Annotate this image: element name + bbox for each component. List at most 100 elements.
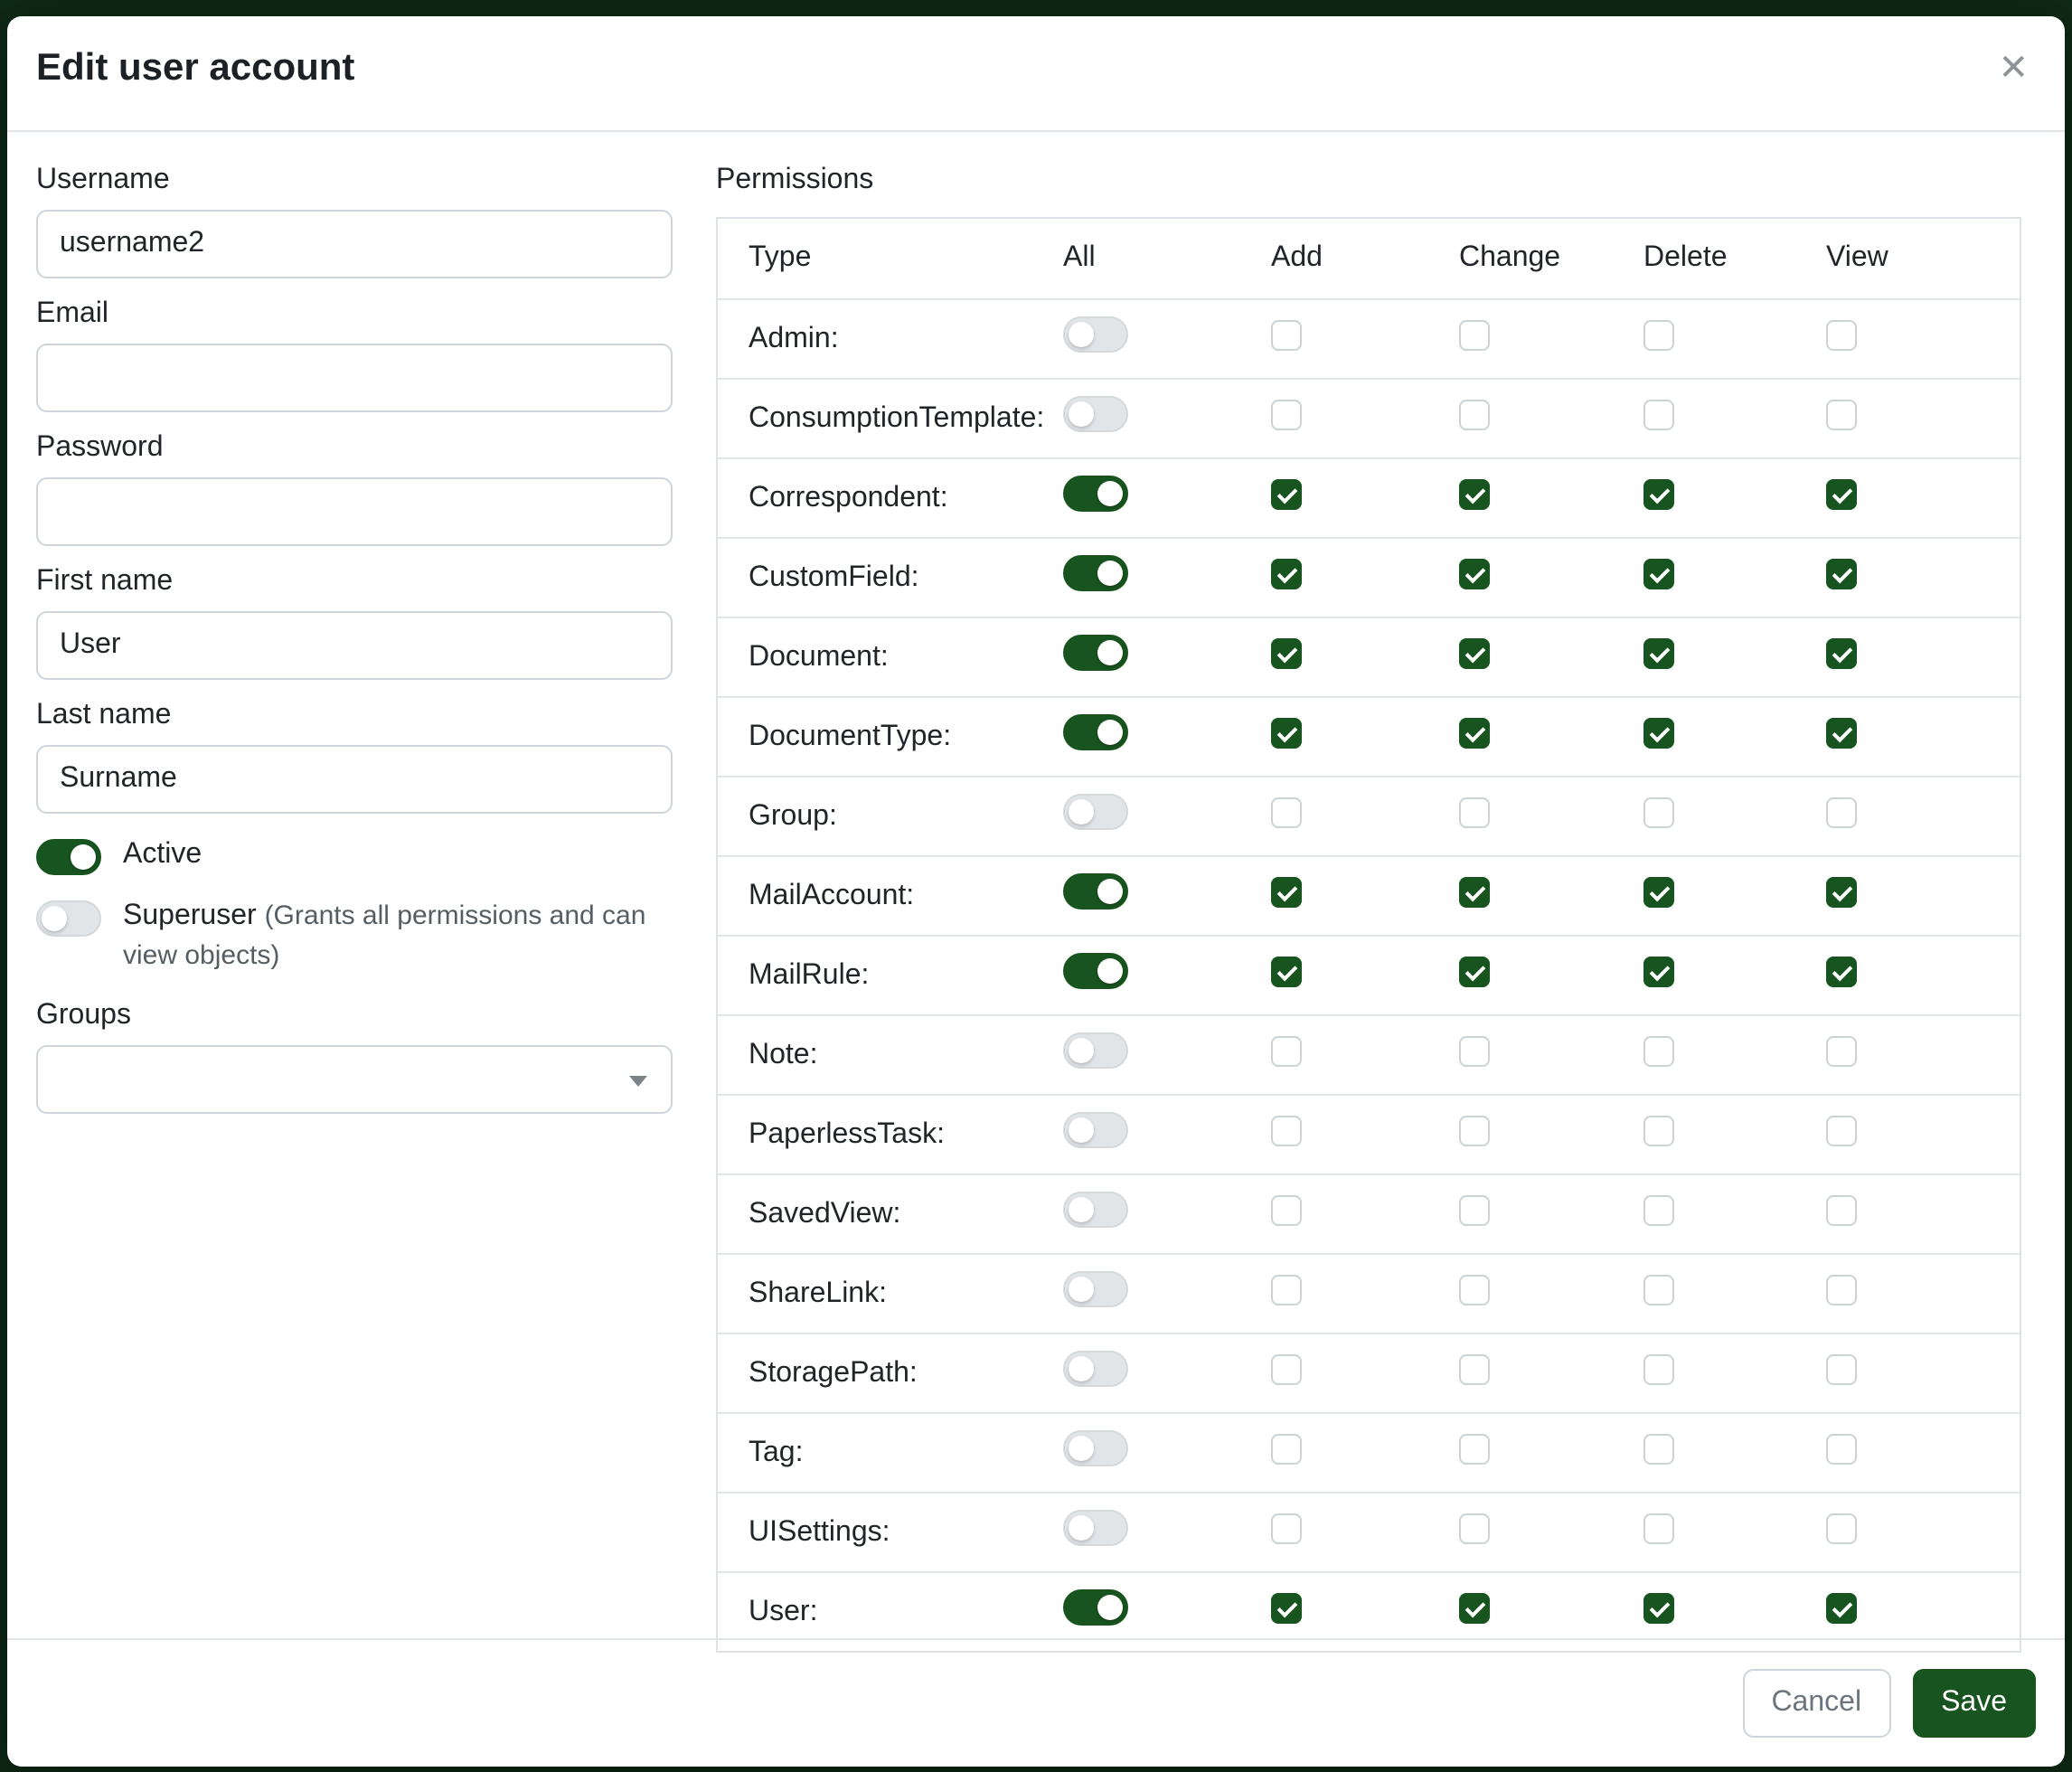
permission-add-checkbox[interactable]	[1271, 637, 1302, 668]
save-button[interactable]: Save	[1912, 1669, 2036, 1738]
permission-change-checkbox[interactable]	[1459, 1194, 1490, 1225]
permission-all-toggle[interactable]	[1063, 714, 1128, 750]
superuser-toggle[interactable]	[36, 900, 101, 937]
permission-add-checkbox[interactable]	[1271, 796, 1302, 827]
permission-add-checkbox[interactable]	[1271, 558, 1302, 589]
permission-all-toggle[interactable]	[1063, 1430, 1128, 1466]
permission-view-checkbox[interactable]	[1826, 717, 1857, 748]
permission-all-toggle[interactable]	[1063, 555, 1128, 591]
permission-add-checkbox[interactable]	[1271, 956, 1302, 986]
permission-all-toggle[interactable]	[1063, 794, 1128, 830]
permission-delete-checkbox[interactable]	[1643, 558, 1674, 589]
permission-view-checkbox[interactable]	[1826, 558, 1857, 589]
permission-view-checkbox[interactable]	[1826, 1433, 1857, 1464]
permission-all-toggle[interactable]	[1063, 1192, 1128, 1228]
permission-view-checkbox[interactable]	[1826, 319, 1857, 350]
permission-delete-checkbox[interactable]	[1643, 1433, 1674, 1464]
permission-view-checkbox[interactable]	[1826, 637, 1857, 668]
permission-change-checkbox[interactable]	[1459, 796, 1490, 827]
permission-view-checkbox[interactable]	[1826, 1513, 1857, 1543]
permission-delete-checkbox[interactable]	[1643, 1513, 1674, 1543]
permission-delete-checkbox[interactable]	[1643, 319, 1674, 350]
permission-change-checkbox[interactable]	[1459, 876, 1490, 907]
permission-add-checkbox[interactable]	[1271, 1433, 1302, 1464]
permission-all-toggle[interactable]	[1063, 476, 1128, 512]
permission-change-checkbox[interactable]	[1459, 1592, 1490, 1623]
permission-all-toggle[interactable]	[1063, 1589, 1128, 1626]
permission-change-checkbox[interactable]	[1459, 717, 1490, 748]
permission-all-toggle[interactable]	[1063, 396, 1128, 432]
toggle-knob	[1069, 1515, 1094, 1541]
permission-delete-checkbox[interactable]	[1643, 1592, 1674, 1623]
permission-change-checkbox[interactable]	[1459, 637, 1490, 668]
permission-change-checkbox[interactable]	[1459, 1353, 1490, 1384]
permission-add-checkbox[interactable]	[1271, 1592, 1302, 1623]
permission-view-checkbox[interactable]	[1826, 1194, 1857, 1225]
permission-delete-checkbox[interactable]	[1643, 637, 1674, 668]
last-name-input[interactable]	[36, 745, 673, 814]
permission-delete-checkbox[interactable]	[1643, 399, 1674, 429]
permission-change-checkbox[interactable]	[1459, 1115, 1490, 1145]
permission-add-checkbox[interactable]	[1271, 319, 1302, 350]
first-name-input[interactable]	[36, 611, 673, 680]
permission-add-checkbox[interactable]	[1271, 1115, 1302, 1145]
permission-all-toggle[interactable]	[1063, 1351, 1128, 1387]
permission-all-toggle[interactable]	[1063, 1032, 1128, 1069]
permission-delete-checkbox[interactable]	[1643, 1274, 1674, 1305]
permission-all-toggle[interactable]	[1063, 316, 1128, 353]
permission-delete-checkbox[interactable]	[1643, 1353, 1674, 1384]
permission-add-checkbox[interactable]	[1271, 717, 1302, 748]
permission-add-checkbox[interactable]	[1271, 478, 1302, 509]
close-button[interactable]: ✕	[1998, 49, 2029, 89]
email-input[interactable]	[36, 344, 673, 412]
permission-view-checkbox[interactable]	[1826, 399, 1857, 429]
permission-change-checkbox[interactable]	[1459, 558, 1490, 589]
permission-all-toggle[interactable]	[1063, 873, 1128, 910]
permission-type-label: ShareLink:	[749, 1277, 887, 1308]
permission-change-checkbox[interactable]	[1459, 1433, 1490, 1464]
permission-delete-checkbox[interactable]	[1643, 717, 1674, 748]
groups-select[interactable]	[36, 1045, 673, 1114]
permission-view-checkbox[interactable]	[1826, 956, 1857, 986]
username-input[interactable]	[36, 210, 673, 278]
toggle-knob	[1069, 1356, 1094, 1381]
permission-add-checkbox[interactable]	[1271, 1513, 1302, 1543]
permission-change-checkbox[interactable]	[1459, 1513, 1490, 1543]
permission-all-toggle[interactable]	[1063, 1112, 1128, 1148]
permission-change-checkbox[interactable]	[1459, 478, 1490, 509]
active-toggle[interactable]	[36, 839, 101, 875]
permission-view-checkbox[interactable]	[1826, 1592, 1857, 1623]
permission-delete-checkbox[interactable]	[1643, 956, 1674, 986]
permission-view-checkbox[interactable]	[1826, 796, 1857, 827]
permission-view-checkbox[interactable]	[1826, 1274, 1857, 1305]
permissions-header-row: Type All Add Change Delete View	[718, 219, 2020, 300]
permission-delete-checkbox[interactable]	[1643, 796, 1674, 827]
permission-change-checkbox[interactable]	[1459, 399, 1490, 429]
permission-add-checkbox[interactable]	[1271, 399, 1302, 429]
permission-delete-checkbox[interactable]	[1643, 1035, 1674, 1066]
permission-all-toggle[interactable]	[1063, 635, 1128, 671]
permission-add-checkbox[interactable]	[1271, 1353, 1302, 1384]
permission-add-checkbox[interactable]	[1271, 1194, 1302, 1225]
permission-delete-checkbox[interactable]	[1643, 876, 1674, 907]
permission-add-checkbox[interactable]	[1271, 876, 1302, 907]
permission-add-checkbox[interactable]	[1271, 1035, 1302, 1066]
permission-change-checkbox[interactable]	[1459, 956, 1490, 986]
permission-view-checkbox[interactable]	[1826, 478, 1857, 509]
permission-view-checkbox[interactable]	[1826, 1035, 1857, 1066]
permission-all-toggle[interactable]	[1063, 1510, 1128, 1546]
permission-all-toggle[interactable]	[1063, 1271, 1128, 1307]
password-input[interactable]	[36, 477, 673, 546]
permission-delete-checkbox[interactable]	[1643, 478, 1674, 509]
permission-change-checkbox[interactable]	[1459, 1274, 1490, 1305]
permission-view-checkbox[interactable]	[1826, 1353, 1857, 1384]
permission-view-checkbox[interactable]	[1826, 1115, 1857, 1145]
permission-add-checkbox[interactable]	[1271, 1274, 1302, 1305]
permission-view-checkbox[interactable]	[1826, 876, 1857, 907]
permission-delete-checkbox[interactable]	[1643, 1115, 1674, 1145]
cancel-button[interactable]: Cancel	[1742, 1669, 1890, 1738]
permission-change-checkbox[interactable]	[1459, 1035, 1490, 1066]
permission-delete-checkbox[interactable]	[1643, 1194, 1674, 1225]
permission-change-checkbox[interactable]	[1459, 319, 1490, 350]
permission-all-toggle[interactable]	[1063, 953, 1128, 989]
